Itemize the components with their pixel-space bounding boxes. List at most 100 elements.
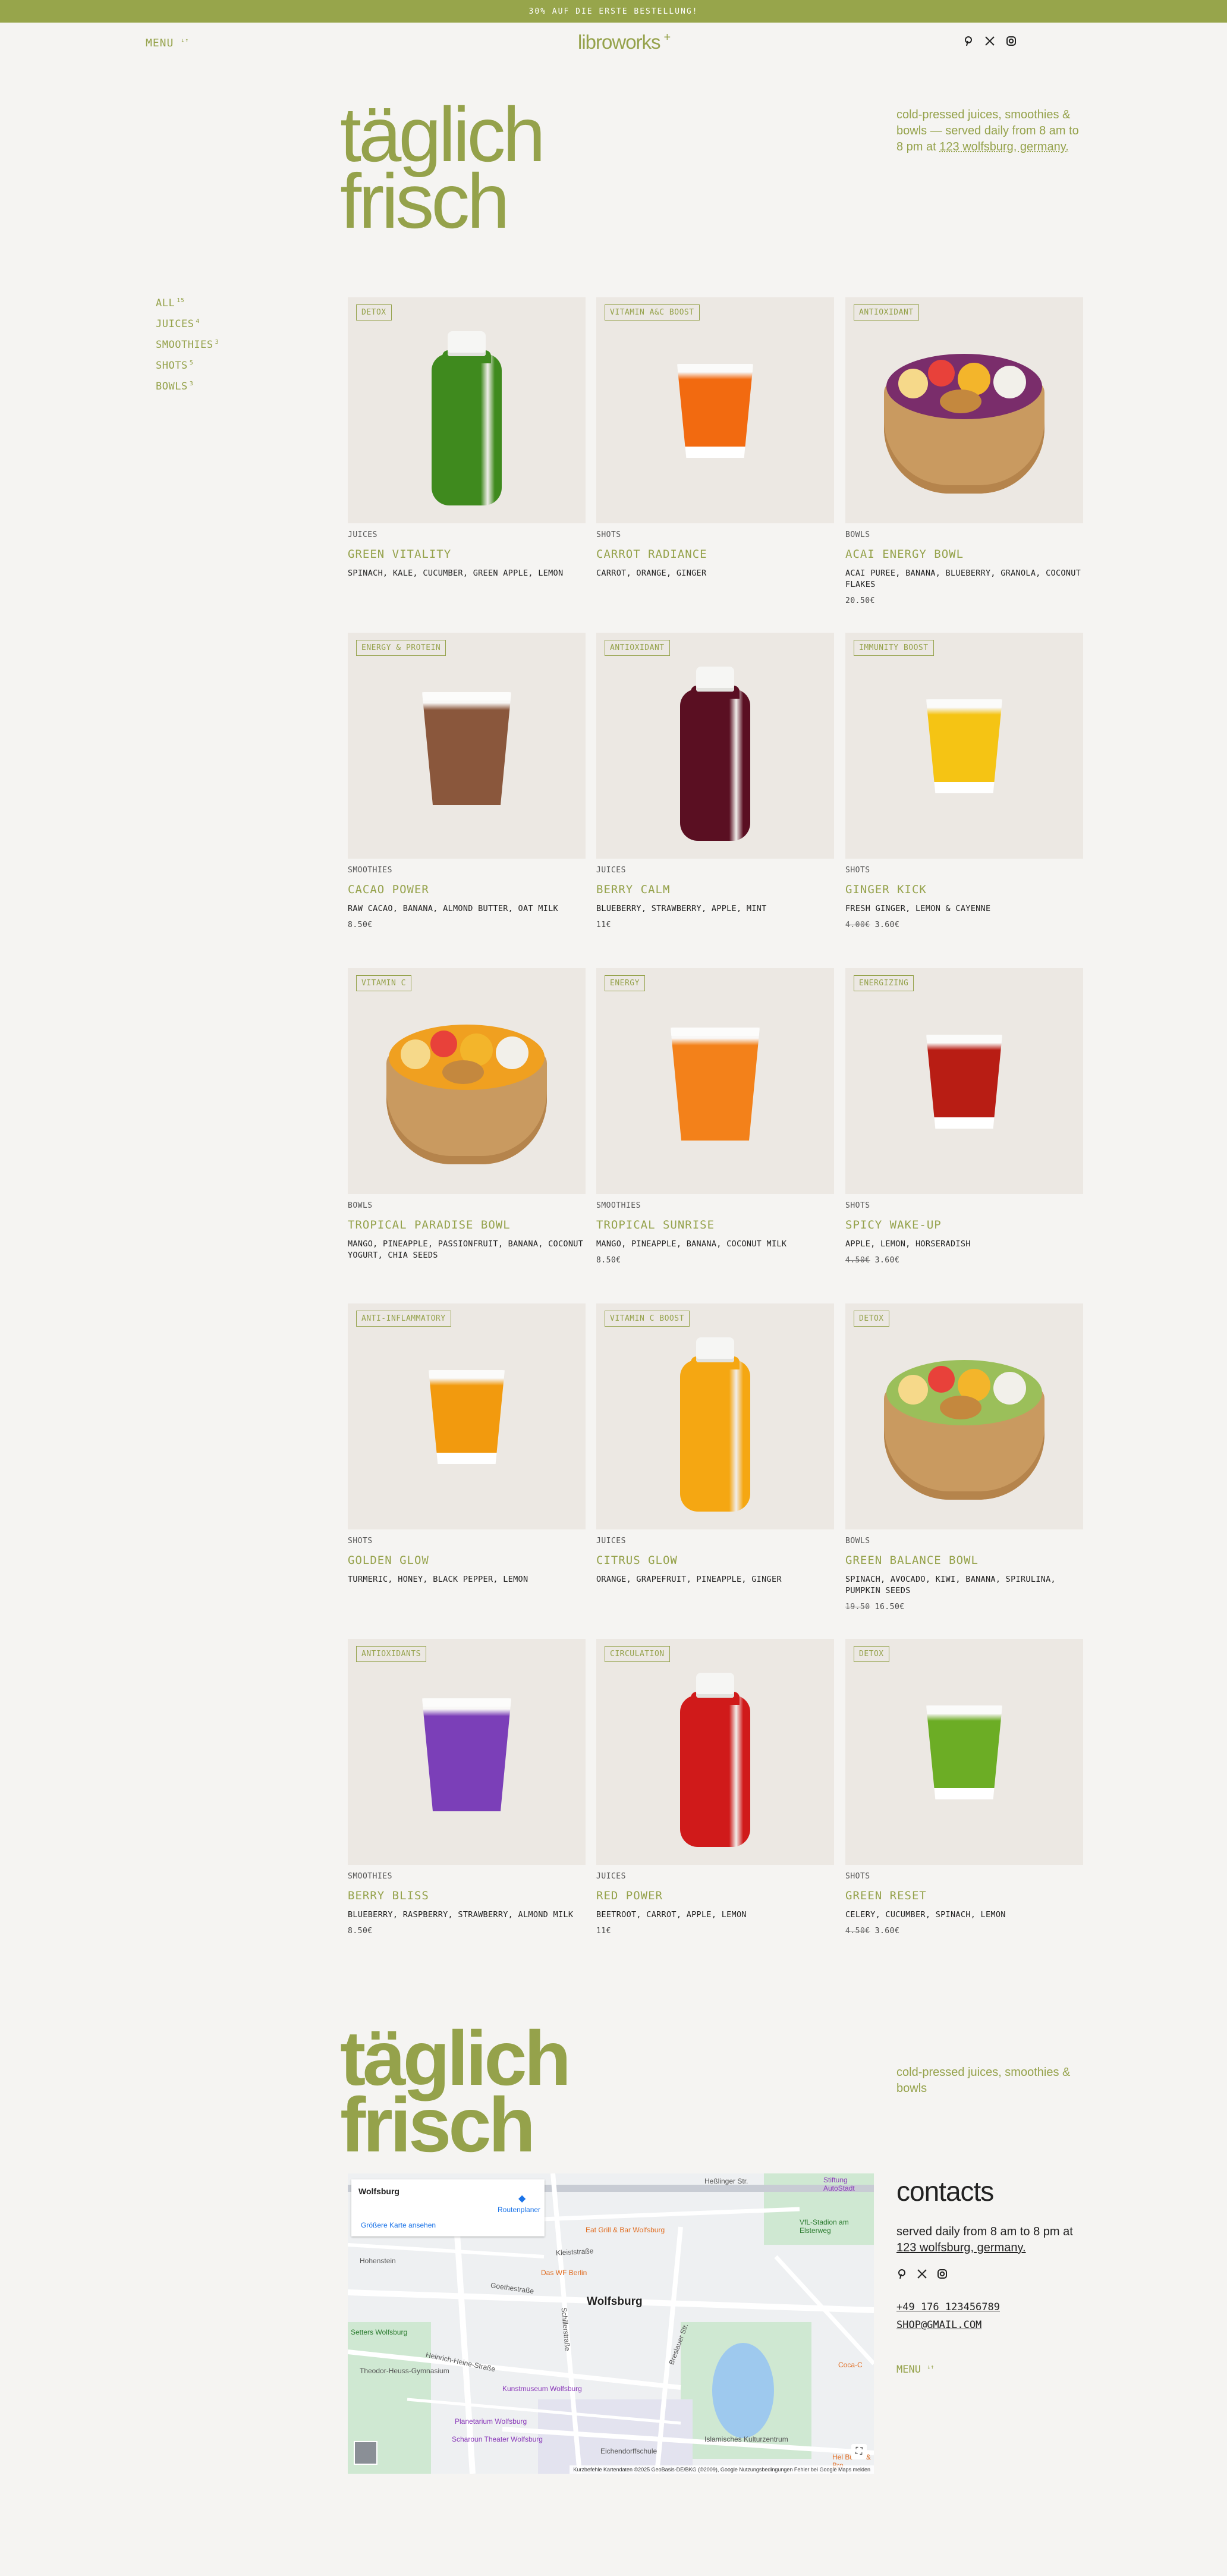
map-embed[interactable]: Wolfsburg ◆ Routenplaner Größere Karte a… [348,2173,874,2474]
map-city-label: Wolfsburg [587,2295,643,2308]
product-name[interactable]: GINGER KICK [845,883,1083,896]
product-name[interactable]: BERRY BLISS [348,1889,586,1902]
cup-image [671,1028,760,1141]
filter-shots[interactable]: SHOTS 5 [156,360,219,381]
product-card[interactable]: ENERGY & PROTEIN SMOOTHIES CACAO POWER RAW … [348,633,586,929]
product-image[interactable]: VITAMIN A&C BOOST [596,297,834,523]
map-poi[interactable]: Eichendorffschule [600,2447,657,2455]
map-poi[interactable]: Theodor-Heuss-Gymnasium [360,2367,449,2375]
product-card[interactable]: VITAMIN A&C BOOST SHOTS CARROT RADIANCE CAR… [596,297,834,579]
logo-text: libroworks [578,31,661,53]
product-name[interactable]: ACAI ENERGY BOWL [845,548,1083,561]
product-card[interactable]: CIRCULATION JUICES RED POWER BEETROOT, CARR… [596,1639,834,1936]
x-icon[interactable] [917,2269,927,2282]
product-card[interactable]: ENERGY SMOOTHIES TROPICAL SUNRISE MANGO, PI… [596,968,834,1265]
map-poi[interactable]: Scharoun Theater Wolfsburg [452,2435,543,2443]
product-image[interactable]: CIRCULATION [596,1639,834,1865]
pinterest-icon[interactable] [896,2269,907,2282]
product-name[interactable]: GREEN RESET [845,1889,1083,1902]
instagram-icon[interactable] [1006,36,1017,50]
product-image[interactable]: DETOX [845,1639,1083,1865]
product-name[interactable]: GOLDEN GLOW [348,1554,586,1567]
product-image[interactable]: ENERGY [596,968,834,1194]
contacts-phone[interactable]: +49 176 123456789 [896,2301,1000,2313]
map-poi[interactable]: Stiftung AutoStadt [823,2176,874,2192]
product-image[interactable]: VITAMIN C BOOST [596,1303,834,1529]
menu-label: MENU [146,37,174,49]
logo[interactable]: libroworks + [578,31,671,54]
map-layers-button[interactable] [354,2441,377,2465]
hero-address-link[interactable]: 123 wolfsburg, germany. [939,140,1069,153]
product-image[interactable]: IMMUNITY BOOST [845,633,1083,859]
product-name[interactable]: CACAO POWER [348,883,586,896]
product-card[interactable]: ANTIOXIDANTS SMOOTHIES BERRY BLISS BLUEBERR… [348,1639,586,1936]
product-price: 3.60€ [874,921,900,929]
cup-image [422,692,511,805]
product-name[interactable]: CARROT RADIANCE [596,548,834,561]
product-ingredients: RAW CACAO, BANANA, ALMOND BUTTER, OAT MI… [348,904,558,913]
map-larger-link[interactable]: Größere Karte ansehen [361,2221,436,2229]
filter-juices[interactable]: JUICES 4 [156,318,219,339]
map-poi[interactable]: Setters Wolfsburg [351,2328,407,2336]
product-name[interactable]: GREEN BALANCE BOWL [845,1554,1083,1567]
filter-count: 3 [215,339,219,346]
instagram-icon[interactable] [937,2269,948,2282]
glass-image [926,699,1002,793]
product-card[interactable]: ANTIOXIDANT JUICES BERRY CALM BLUEBERRY, ST… [596,633,834,929]
product-name[interactable]: SPICY WAKE-UP [845,1218,1083,1232]
map-directions-link[interactable]: ◆ Routenplaner [498,2194,540,2214]
product-image[interactable]: DETOX [845,1303,1083,1529]
product-old-price: 4.00€ [845,921,870,929]
product-card[interactable]: DETOX JUICES GREEN VITALITY SPINACH, KALE, … [348,297,586,579]
footer-menu-button[interactable]: MENU ↓↑ [896,2364,934,2376]
product-name[interactable]: RED POWER [596,1889,834,1902]
contacts-address-link[interactable]: 123 wolfsburg, germany. [896,2241,1026,2254]
product-image[interactable]: DETOX [348,297,586,523]
filter-bowls[interactable]: BOWLS 3 [156,381,219,401]
product-card[interactable]: VITAMIN C BOWLS TROPICAL PARADISE BOWL MANG… [348,968,586,1261]
x-icon[interactable] [984,36,995,50]
product-card[interactable]: IMMUNITY BOOST SHOTS GINGER KICK FRESH GING… [845,633,1083,929]
fullscreen-icon[interactable]: ⛶ [851,2444,867,2459]
product-ingredients: BLUEBERRY, RASPBERRY, STRAWBERRY, ALMOND… [348,1910,574,1920]
map-poi[interactable]: Das WF Berlin [541,2269,587,2277]
product-card[interactable]: ANTI-INFLAMMATORY SHOTS GOLDEN GLOW TURMERI… [348,1303,586,1585]
product-image[interactable]: ANTIOXIDANTS [348,1639,586,1865]
product-image[interactable]: ENERGY & PROTEIN [348,633,586,859]
product-card[interactable]: ENERGIZING SHOTS SPICY WAKE-UP APPLE, LEMON… [845,968,1083,1265]
product-name[interactable]: GREEN VITALITY [348,548,586,561]
map-poi[interactable]: Coca-C [838,2361,863,2369]
map-poi[interactable]: Eat Grill & Bar Wolfsburg [586,2226,665,2234]
product-image[interactable]: ANTIOXIDANT [845,297,1083,523]
map-poi[interactable]: Kunstmuseum Wolfsburg [502,2385,582,2393]
map-poi[interactable]: Planetarium Wolfsburg [455,2417,527,2426]
product-image[interactable]: ENERGIZING [845,968,1083,1194]
product-image[interactable]: VITAMIN C [348,968,586,1194]
product-name[interactable]: BERRY CALM [596,883,834,896]
product-name[interactable]: TROPICAL PARADISE BOWL [348,1218,586,1232]
pinterest-icon[interactable] [963,36,974,50]
product-card[interactable]: ANTIOXIDANT BOWLS ACAI ENERGY BOWL ACAI PUR… [845,297,1083,605]
filter-all[interactable]: ALL 15 [156,297,219,318]
map-poi[interactable]: Islamisches Kulturzentrum [704,2435,788,2443]
menu-button[interactable]: MENU ↓↑ [146,37,189,49]
product-badge: ANTIOXIDANT [854,304,919,321]
product-card[interactable]: VITAMIN C BOOST JUICES CITRUS GLOW ORANGE, … [596,1303,834,1585]
product-name[interactable]: TROPICAL SUNRISE [596,1218,834,1232]
filter-smoothies[interactable]: SMOOTHIES 3 [156,339,219,360]
menu-arrow-icon: ↓↑ [927,2364,935,2371]
product-ingredients: ORANGE, GRAPEFRUIT, PINEAPPLE, GINGER [596,1575,782,1584]
bowl-image [884,1360,1044,1500]
social-links [963,36,1017,50]
map-info-card: Wolfsburg ◆ Routenplaner Größere Karte a… [351,2179,545,2236]
product-price-row: 20.50€ [845,596,1083,605]
product-card[interactable]: DETOX BOWLS GREEN BALANCE BOWL SPINACH, AVO… [845,1303,1083,1611]
product-name[interactable]: CITRUS GLOW [596,1554,834,1567]
map-poi[interactable]: VfL-Stadion am Elsterweg [800,2218,874,2235]
contacts-email[interactable]: SHOP@GMAIL.COM [896,2319,981,2331]
product-image[interactable]: ANTIOXIDANT [596,633,834,859]
product-badge: VITAMIN C [356,975,411,991]
product-card[interactable]: DETOX SHOTS GREEN RESET CELERY, CUCUMBER, S… [845,1639,1083,1936]
product-image[interactable]: ANTI-INFLAMMATORY [348,1303,586,1529]
product-price-row: 19.50 16.50€ [845,1603,1083,1611]
